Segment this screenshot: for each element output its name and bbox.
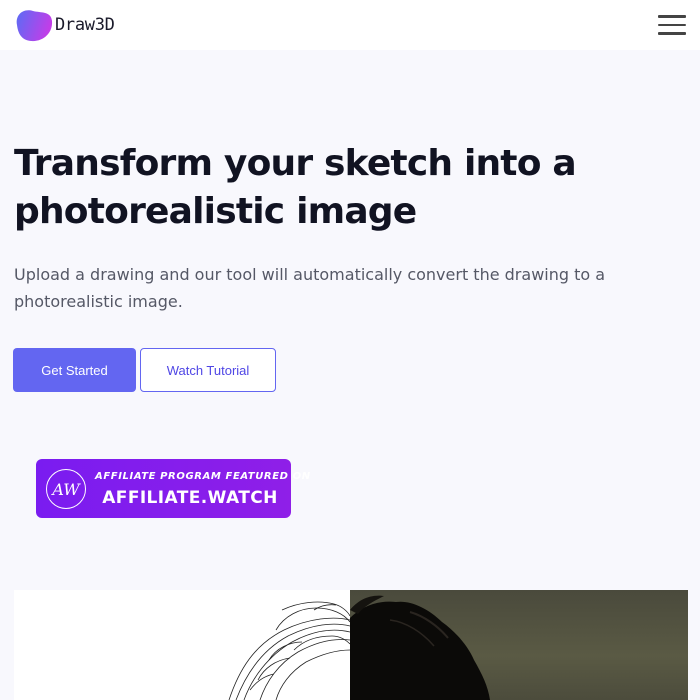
brand-name: Draw3D	[55, 15, 115, 35]
sketch-hair-lines-icon	[228, 601, 351, 700]
photorealistic-photo-image	[350, 590, 688, 700]
draw3d-logo-icon	[16, 10, 53, 42]
affiliate-badge-site: AFFILIATE.WATCH	[102, 488, 278, 508]
affiliate-badge-caption: AFFILIATE PROGRAM FEATURED ON	[95, 471, 311, 482]
top-nav-bar: Draw3D	[0, 0, 700, 50]
hero-title: Transform your sketch into a photorealis…	[14, 143, 577, 232]
sketch-drawing-image	[14, 590, 351, 700]
hamburger-menu-icon[interactable]	[658, 15, 686, 35]
get-started-button[interactable]: Get Started	[13, 348, 136, 392]
watch-tutorial-button[interactable]: Watch Tutorial	[140, 348, 276, 392]
before-after-preview	[14, 590, 688, 700]
hero-subtitle: Upload a drawing and our tool will autom…	[14, 265, 606, 311]
affiliate-watch-badge[interactable]: AW AFFILIATE PROGRAM FEATURED ON AFFILIA…	[36, 459, 311, 518]
photo-hair-icon	[350, 595, 490, 700]
brand-logo-link[interactable]: Draw3D	[13, 7, 115, 43]
affiliate-watch-logo-icon: AW	[46, 469, 86, 509]
